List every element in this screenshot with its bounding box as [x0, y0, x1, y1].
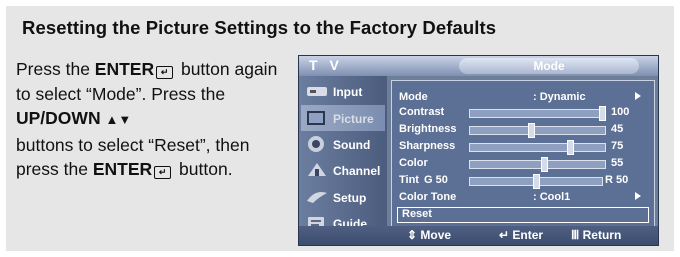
- right-arrow-icon: [635, 92, 641, 100]
- sidebar-item-sound[interactable]: Sound: [301, 131, 385, 157]
- tint-left-value: G 50: [424, 174, 448, 186]
- slider-value: 100: [611, 106, 630, 118]
- reset-label: Reset: [402, 208, 432, 220]
- sidebar-item-input[interactable]: Input: [301, 78, 385, 104]
- slider-label: Contrast: [399, 106, 445, 118]
- updown-arrow-icon: ⇕: [407, 228, 418, 242]
- slider-thumb[interactable]: [541, 157, 548, 172]
- move-hint: ⇕ Move: [407, 228, 451, 242]
- brightness-slider[interactable]: [469, 123, 606, 138]
- slider-label: Sharpness: [399, 140, 456, 152]
- tint-label: Tint: [399, 174, 419, 186]
- return-icon: Ⅲ: [571, 228, 580, 242]
- sound-icon: [308, 136, 324, 152]
- color-tone-row[interactable]: Color Tone : Cool1: [399, 190, 649, 205]
- slider-thumb[interactable]: [533, 174, 540, 189]
- instruction-part: button.: [174, 159, 233, 179]
- slider-thumb[interactable]: [528, 123, 535, 138]
- mode-row[interactable]: Mode : Dynamic: [399, 90, 649, 105]
- sidebar-item-label: Input: [333, 85, 363, 99]
- tint-right-value: R 50: [605, 174, 629, 186]
- osd-header: T V Mode: [299, 56, 658, 76]
- right-arrow-icon: [635, 192, 641, 200]
- enter-key-icon: ↵: [156, 66, 174, 79]
- color-tone-label: Color Tone: [399, 191, 457, 203]
- sidebar-item-label: Sound: [333, 138, 371, 152]
- setup-icon: [307, 192, 327, 203]
- mode-label: Mode: [399, 91, 428, 103]
- tv-osd-menu: T V Mode Input Picture Sound Channel Set…: [298, 55, 659, 246]
- enter-label: Enter: [512, 228, 544, 242]
- osd-footer: ⇕ Move ↵ Enter Ⅲ Return: [299, 226, 658, 245]
- slider-value: 75: [611, 140, 624, 152]
- enter-key-text: ENTER: [94, 59, 155, 79]
- osd-tv-label: T V: [309, 57, 343, 73]
- tint-row[interactable]: Tint G 50 R 50: [399, 173, 649, 189]
- sidebar-item-channel[interactable]: Channel: [301, 157, 385, 183]
- sidebar-item-picture[interactable]: Picture: [301, 105, 385, 131]
- sharpness-slider[interactable]: [469, 140, 606, 155]
- osd-mode-panel: Mode : Dynamic Contrast 100 Brightness 4…: [391, 80, 655, 228]
- enter-icon: ↵: [499, 228, 510, 242]
- sidebar-item-label: Setup: [333, 191, 367, 205]
- slider-thumb[interactable]: [567, 140, 574, 155]
- return-hint: Ⅲ Return: [571, 228, 621, 242]
- osd-sidebar: Input Picture Sound Channel Setup Guide: [299, 76, 387, 231]
- sidebar-item-label: Picture: [333, 112, 374, 126]
- tint-slider[interactable]: [469, 174, 603, 189]
- slider-label: Color: [399, 157, 428, 169]
- channel-icon: [308, 163, 326, 176]
- page-title: Resetting the Picture Settings to the Fa…: [22, 17, 497, 38]
- osd-menu-title: Mode: [459, 58, 639, 74]
- updown-arrows-icon: ▲▼: [105, 112, 132, 127]
- return-label: Return: [582, 228, 622, 242]
- sharpness-row[interactable]: Sharpness 75: [399, 139, 649, 155]
- brightness-row[interactable]: Brightness 45: [399, 122, 649, 138]
- enter-key-text: ENTER: [92, 159, 153, 179]
- picture-icon: [307, 111, 325, 125]
- sidebar-item-label: Channel: [333, 164, 381, 178]
- color-row[interactable]: Color 55: [399, 156, 649, 172]
- color-slider[interactable]: [469, 157, 606, 172]
- updown-key-text: UP/DOWN: [16, 108, 101, 128]
- contrast-slider[interactable]: [469, 106, 606, 121]
- sidebar-item-setup[interactable]: Setup: [301, 184, 385, 210]
- slider-thumb[interactable]: [599, 106, 606, 121]
- instruction-part: Press the: [16, 59, 95, 79]
- enter-hint: ↵ Enter: [499, 228, 543, 242]
- slider-value: 45: [611, 123, 624, 135]
- slider-label: Brightness: [399, 123, 457, 135]
- slider-value: 55: [611, 157, 624, 169]
- instruction-text: Press the ENTER ↵ button again to select …: [16, 57, 291, 182]
- reset-row[interactable]: Reset: [397, 207, 649, 223]
- enter-key-icon: ↵: [154, 166, 172, 179]
- move-label: Move: [420, 228, 452, 242]
- input-icon: [307, 87, 327, 96]
- contrast-row[interactable]: Contrast 100: [399, 105, 649, 121]
